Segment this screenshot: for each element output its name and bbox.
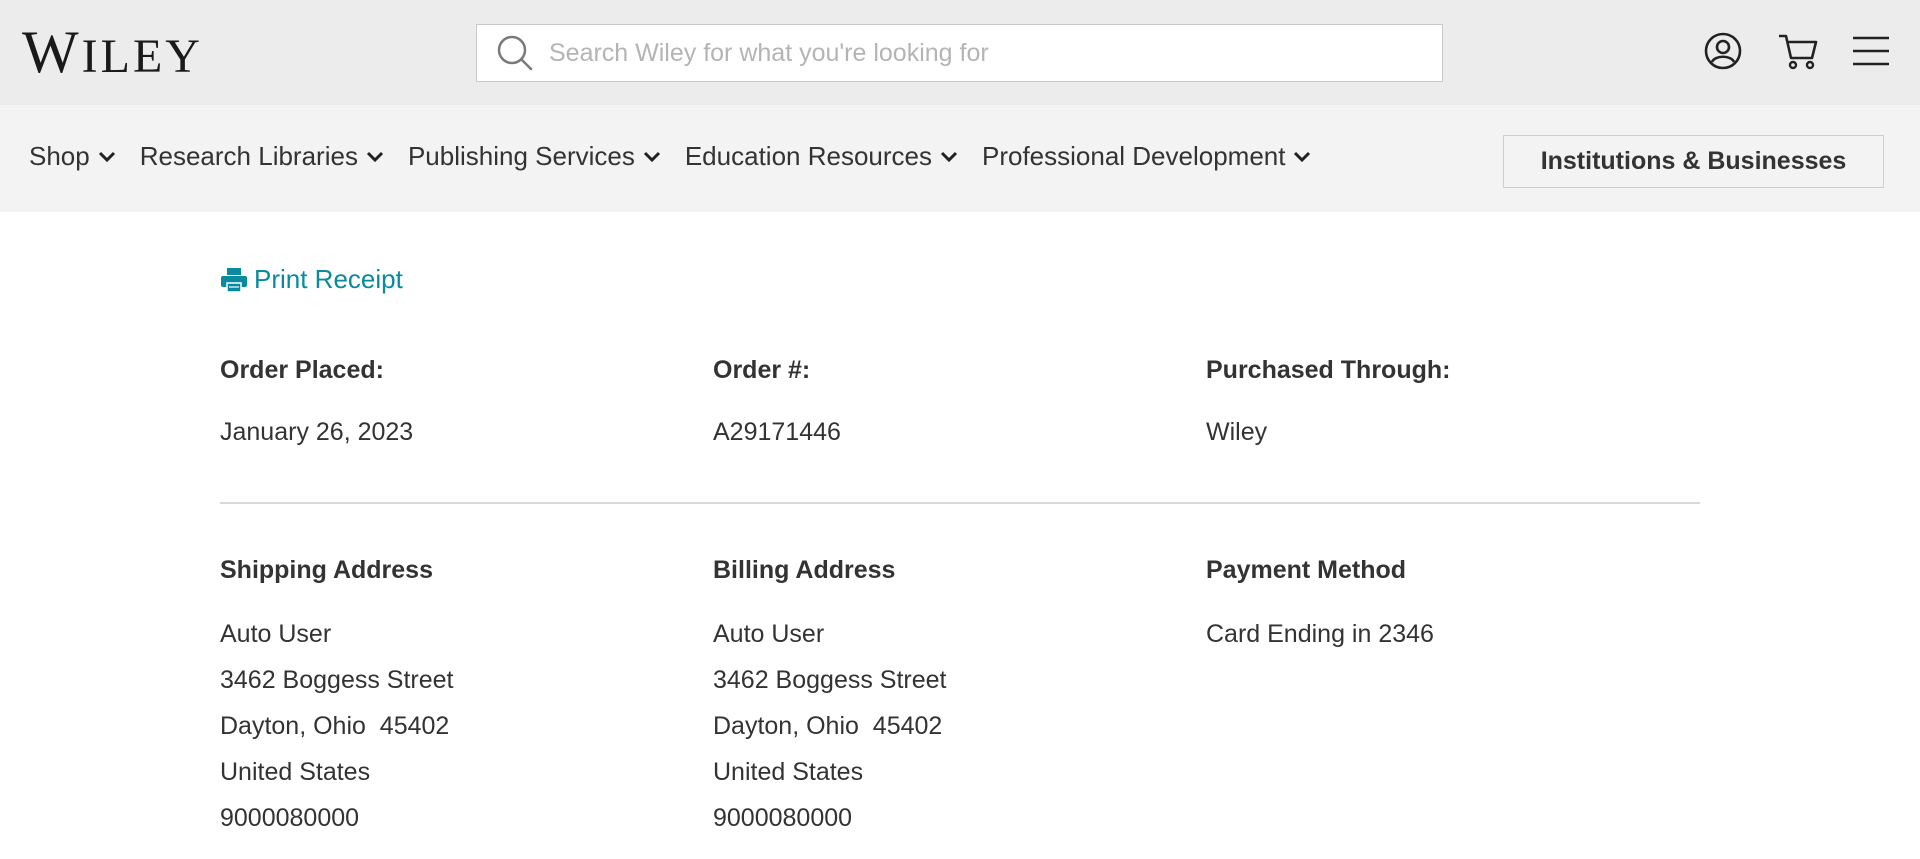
section-divider (220, 502, 1700, 504)
order-placed-label: Order Placed: (220, 356, 384, 384)
wiley-logo[interactable]: WILEY (22, 20, 203, 89)
shipping-address: Auto User 3462 Boggess Street Dayton, Oh… (220, 611, 454, 841)
order-placed-value: January 26, 2023 (220, 418, 414, 446)
account-icon[interactable] (1702, 30, 1744, 72)
printer-icon (221, 267, 247, 293)
institutions-businesses-button[interactable]: Institutions & Businesses (1503, 135, 1884, 188)
purchased-through-value: Wiley (1206, 418, 1268, 446)
shipping-name: Auto User (220, 620, 332, 648)
billing-phone: 9000080000 (713, 804, 853, 832)
purchased-through-label: Purchased Through: (1206, 356, 1451, 384)
billing-city: Dayton, Ohio 45402 (713, 712, 943, 740)
print-receipt-link[interactable]: Print Receipt (220, 264, 403, 295)
nav-item-publishing-services[interactable]: Publishing Services (408, 141, 661, 172)
top-header: WILEY (0, 0, 1920, 105)
billing-street: 3462 Boggess Street (713, 666, 947, 694)
search-icon (495, 33, 535, 73)
payment-method-label: Payment Method (1206, 556, 1407, 584)
chevron-down-icon (366, 151, 384, 162)
chevron-down-icon (940, 151, 958, 162)
shipping-phone: 9000080000 (220, 804, 360, 832)
chevron-down-icon (643, 151, 660, 162)
chevron-down-icon (1294, 151, 1311, 162)
shipping-address-label: Shipping Address (220, 556, 433, 584)
payment-method: Card Ending in 2346 (1206, 611, 1434, 657)
nav-item-professional-development[interactable]: Professional Development (982, 141, 1312, 172)
nav-item-education-resources[interactable]: Education Resources (685, 141, 958, 172)
billing-name: Auto User (713, 620, 825, 648)
billing-address: Auto User 3462 Boggess Street Dayton, Oh… (713, 611, 947, 841)
shipping-country: United States (220, 758, 371, 786)
shipping-city: Dayton, Ohio 45402 (220, 712, 450, 740)
order-number-value: A29171446 (713, 418, 841, 446)
chevron-down-icon (98, 151, 115, 162)
billing-address-label: Billing Address (713, 556, 896, 584)
nav-item-shop[interactable]: Shop (29, 141, 116, 172)
cart-icon[interactable] (1777, 30, 1819, 72)
billing-country: United States (713, 758, 864, 786)
nav-item-research-libraries[interactable]: Research Libraries (140, 141, 384, 172)
menu-icon[interactable] (1850, 30, 1892, 72)
search-input[interactable] (547, 37, 1427, 69)
order-number-label: Order #: (713, 356, 811, 384)
payment-card: Card Ending in 2346 (1206, 620, 1434, 648)
shipping-street: 3462 Boggess Street (220, 666, 454, 694)
nav-list: Shop Research Libraries Publishing Servi… (29, 141, 1335, 172)
search-bar (476, 24, 1443, 82)
